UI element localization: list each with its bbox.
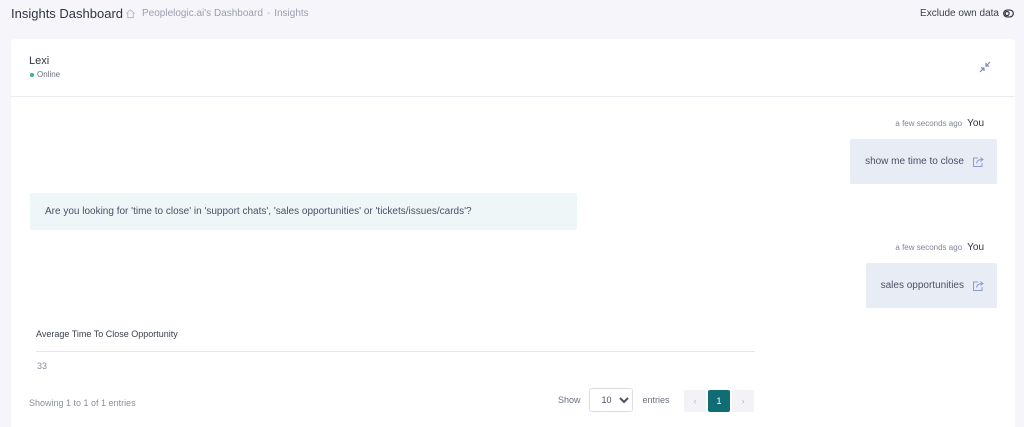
page-length-control: Show 10 entries xyxy=(558,388,670,412)
exclude-own-data-label: Exclude own data xyxy=(920,8,999,19)
message-meta: a few seconds ago You xyxy=(895,118,984,129)
toggle-icon[interactable] xyxy=(1003,9,1014,18)
message-time: a few seconds ago xyxy=(895,243,963,252)
agent-name: Lexi xyxy=(29,55,50,67)
exclude-own-data[interactable]: Exclude own data xyxy=(920,8,1014,19)
home-icon[interactable] xyxy=(125,8,136,19)
chat-card: Lexi Online a few seconds ago You show m… xyxy=(11,39,1015,427)
user-message-text: sales opportunities xyxy=(880,280,964,291)
page-title: Insights Dashboard xyxy=(11,6,124,21)
page-button-current[interactable]: 1 xyxy=(708,390,730,412)
bot-message: Are you looking for 'time to close' in '… xyxy=(30,193,577,230)
collapse-icon[interactable] xyxy=(979,61,991,73)
breadcrumb-current: Insights xyxy=(274,8,309,19)
agent-status: Online xyxy=(30,70,60,79)
message-author: You xyxy=(967,242,984,253)
table-info: Showing 1 to 1 of 1 entries xyxy=(29,398,136,408)
breadcrumb: Peoplelogic.ai's Dashboard - Insights xyxy=(125,8,309,19)
share-icon[interactable] xyxy=(972,156,985,168)
pagination: ‹ 1 › xyxy=(684,390,756,412)
user-message: sales opportunities xyxy=(865,263,997,308)
show-label: Show xyxy=(558,395,581,405)
top-bar: Insights Dashboard Peoplelogic.ai's Dash… xyxy=(0,0,1024,28)
breadcrumb-dashboard[interactable]: Peoplelogic.ai's Dashboard xyxy=(142,8,263,19)
user-message-text: show me time to close xyxy=(865,156,964,167)
next-page-button[interactable]: › xyxy=(732,390,754,412)
online-dot-icon xyxy=(30,72,34,77)
page-size-select[interactable]: 10 xyxy=(588,388,633,412)
breadcrumb-separator: - xyxy=(266,8,271,19)
table-divider xyxy=(36,351,755,352)
previous-page-button[interactable]: ‹ xyxy=(684,390,706,412)
agent-status-label: Online xyxy=(37,70,61,79)
share-icon[interactable] xyxy=(972,280,985,292)
message-time: a few seconds ago xyxy=(895,119,963,128)
user-message: show me time to close xyxy=(850,139,997,184)
chat-header: Lexi Online xyxy=(11,39,1015,97)
entries-label: entries xyxy=(642,395,670,405)
bot-message-text: Are you looking for 'time to close' in '… xyxy=(45,206,472,217)
table-cell: 33 xyxy=(37,361,48,371)
message-meta: a few seconds ago You xyxy=(895,242,984,253)
message-author: You xyxy=(967,118,984,129)
table-column-header[interactable]: Average Time To Close Opportunity xyxy=(36,329,178,339)
